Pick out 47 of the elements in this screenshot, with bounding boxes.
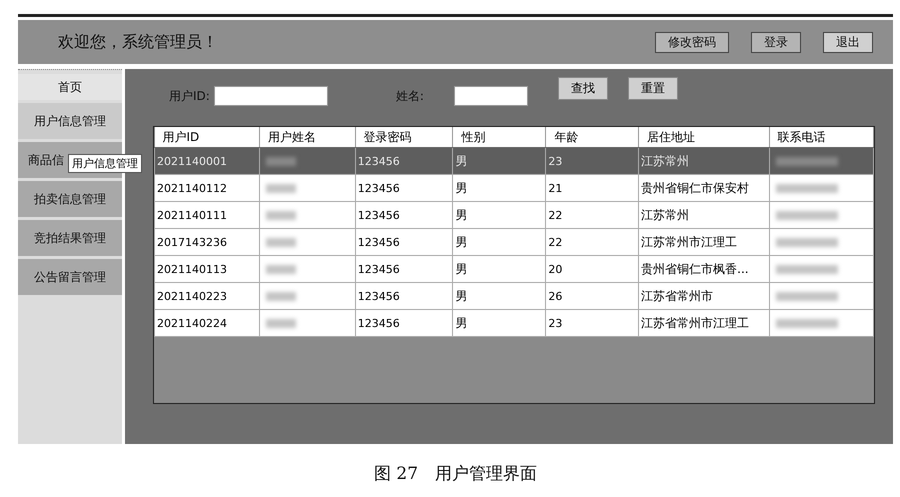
table-cell: 23 [548, 316, 562, 330]
table-cell: 贵州省铜仁市枫香... [641, 262, 749, 276]
table-cell: 2017143236 [157, 236, 227, 248]
table-cell: 2021140224 [157, 316, 227, 330]
table-cell: 江苏常州 [641, 154, 690, 168]
table-cell: 123456 [358, 154, 400, 168]
table-cell: 江苏省常州市 [641, 288, 714, 302]
table-cell: 21 [548, 182, 562, 194]
table-cell: 123456 [358, 182, 400, 194]
column-header: 居住地址 [638, 127, 770, 148]
table-cell: 男 [455, 316, 468, 330]
table-cell: 2021140223 [157, 290, 227, 302]
table-cell: 2021140001 [157, 154, 227, 168]
tooltip: 用户信息管理 [68, 154, 142, 173]
table-cell: 江苏省常州市江理工 [641, 316, 750, 330]
column-header: 登录密码 [355, 127, 453, 148]
table-cell: 22 [548, 208, 562, 222]
column-header: 联系电话 [769, 127, 874, 148]
table-cell: 贵州省铜仁市保安村 [641, 180, 750, 194]
table-cell: 男 [455, 234, 468, 248]
table-cell: 江苏常州 [641, 208, 690, 222]
figure-caption: 图 27 用户管理界面 [372, 463, 538, 485]
table-cell: 123456 [358, 262, 400, 276]
table-cell: 23 [548, 154, 562, 168]
column-header: 用户ID [154, 127, 260, 148]
table-cell: 123456 [358, 208, 400, 222]
column-header: 性别 [452, 127, 546, 148]
table-cell: 男 [455, 262, 468, 276]
field-label: 姓名: [396, 88, 424, 104]
table-cell: 男 [455, 180, 468, 194]
table-cell: 男 [455, 154, 468, 168]
table-cell: 123456 [358, 290, 400, 302]
table-cell: 2021140112 [157, 182, 227, 194]
table-cell: 男 [455, 208, 468, 222]
column-header: 用户姓名 [260, 127, 356, 148]
table-cell: 20 [548, 262, 562, 276]
table-cell: 2021140111 [157, 208, 227, 222]
table-cell: 22 [548, 236, 562, 248]
column-header: 年龄 [546, 127, 639, 148]
table-cell: 男 [455, 288, 468, 302]
table-cell: 26 [548, 290, 562, 302]
welcome-text: 欢迎您，系统管理员！ [58, 32, 218, 52]
table-cell: 123456 [358, 236, 400, 248]
table-cell: 2021140113 [157, 262, 227, 276]
table-cell: 123456 [358, 316, 400, 330]
table-cell: 江苏常州市江理工 [641, 234, 738, 248]
field-label: 用户ID: [169, 88, 210, 104]
